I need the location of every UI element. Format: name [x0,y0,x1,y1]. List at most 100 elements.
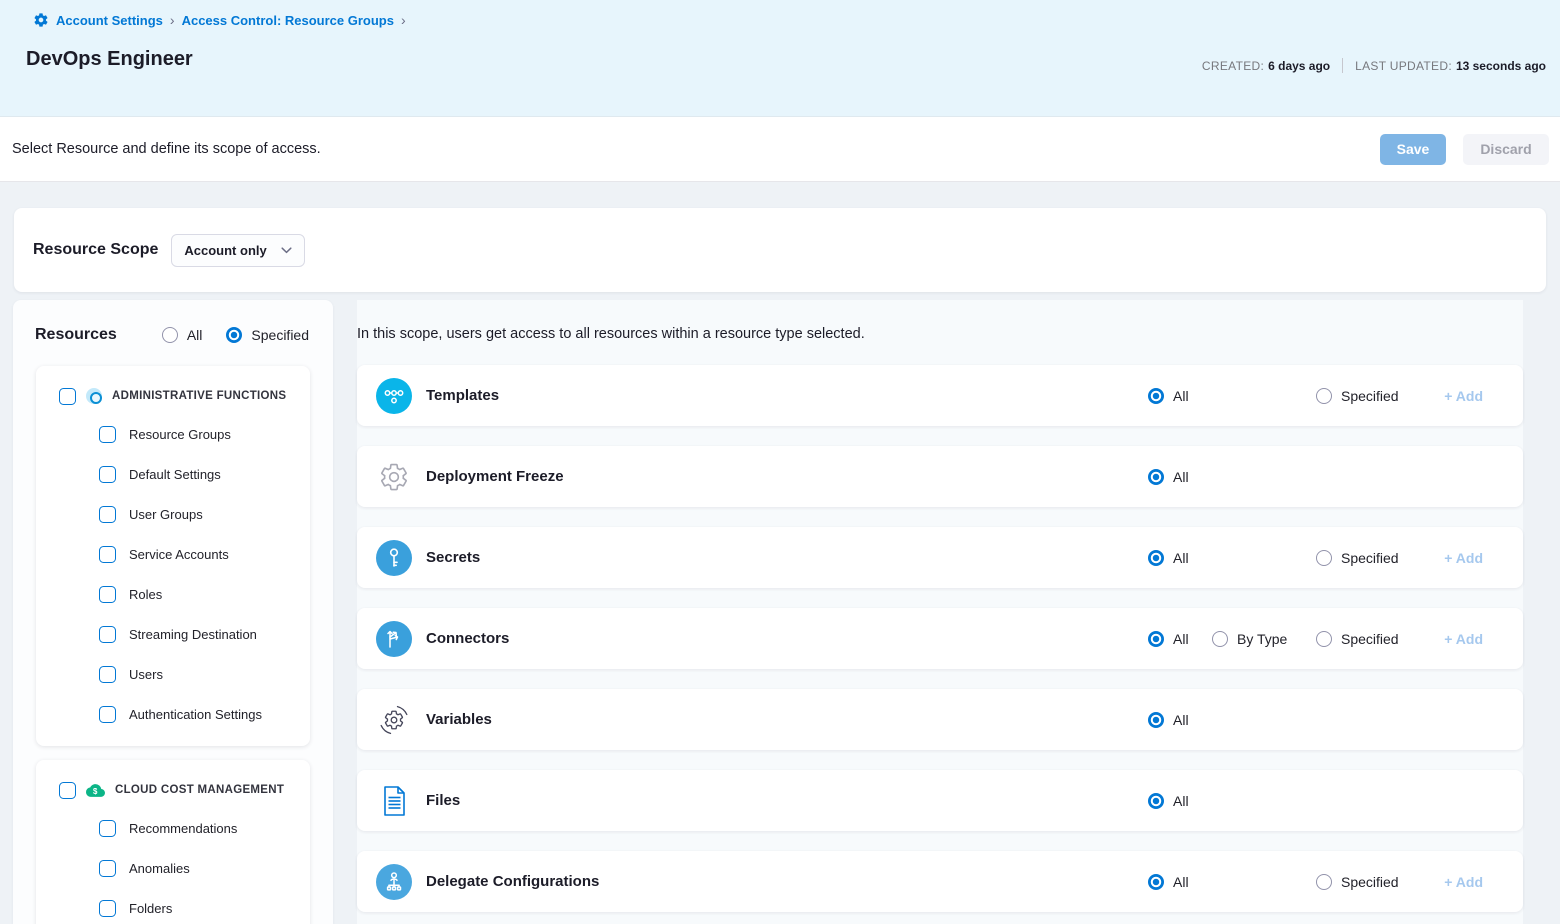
toolbar-description: Select Resource and define its scope of … [12,141,321,157]
option-label: All [1173,550,1189,566]
radio-by-type[interactable] [1212,631,1228,647]
option-label: All [1173,388,1189,404]
add-cell: + Add [1427,631,1483,647]
item-checkbox[interactable] [99,860,116,877]
connectors-option-all[interactable]: All [1148,631,1212,647]
resources-title: Resources [35,326,117,344]
group-label: ADMINISTRATIVE FUNCTIONS [112,390,286,402]
sidebar-item-resource-groups[interactable]: Resource Groups [36,414,310,454]
breadcrumb-separator: › [170,12,175,28]
radio-all[interactable] [162,327,178,343]
templates-icon [376,378,412,414]
resource-scope-value: Account only [184,243,266,258]
sidebar-item-label: Default Settings [129,467,221,482]
radio-specified[interactable] [1316,631,1332,647]
breadcrumb-account-settings[interactable]: Account Settings [56,13,163,28]
admin-functions-icon [86,388,102,404]
sidebar-item-default-settings[interactable]: Default Settings [36,454,310,494]
radio-specified[interactable] [1316,874,1332,890]
sidebar-item-users[interactable]: Users [36,654,310,694]
option-label: All [1173,793,1189,809]
delegate-configurations-icon [376,864,412,900]
group-cloud-cost-management: $ CLOUD COST MANAGEMENT Recommendations … [36,760,310,924]
radio-specified[interactable] [1316,550,1332,566]
updated-text: LAST UPDATED:13 seconds ago [1355,59,1546,73]
breadcrumb-resource-groups[interactable]: Access Control: Resource Groups [182,13,394,28]
connectors-option-specified[interactable]: Specified [1316,631,1427,647]
delegate-option-specified[interactable]: Specified [1316,874,1427,890]
resources-sidebar: Resources All Specified ADMINISTRATIVE F… [13,300,333,924]
add-button[interactable]: + Add [1444,631,1483,647]
sidebar-item-roles[interactable]: Roles [36,574,310,614]
resource-types-panel: In this scope, users get access to all r… [357,300,1523,924]
secrets-icon [376,540,412,576]
templates-option-specified[interactable]: Specified [1316,388,1427,404]
sidebar-item-folders[interactable]: Folders [36,888,310,924]
add-button[interactable]: + Add [1444,388,1483,404]
radio-all[interactable] [1148,874,1164,890]
option-label: All [1173,469,1189,485]
toolbar-buttons: Save Discard [1380,134,1549,165]
group-checkbox[interactable] [59,388,76,405]
sidebar-item-recommendations[interactable]: Recommendations [36,808,310,848]
option-label: By Type [1237,631,1287,647]
group-header: ADMINISTRATIVE FUNCTIONS [36,378,310,414]
sidebar-item-streaming-destination[interactable]: Streaming Destination [36,614,310,654]
breadcrumb-separator: › [401,12,406,28]
variables-icon [376,702,412,738]
item-checkbox[interactable] [99,706,116,723]
add-button[interactable]: + Add [1444,874,1483,890]
page-header: Account Settings › Access Control: Resou… [0,0,1560,116]
option-label: Specified [1341,631,1399,647]
item-checkbox[interactable] [99,626,116,643]
add-button[interactable]: + Add [1444,550,1483,566]
resources-mode-specified[interactable]: Specified [226,327,309,343]
deployment-freeze-option-all[interactable]: All [1148,469,1212,485]
created-value: 6 days ago [1268,59,1330,73]
radio-specified[interactable] [226,327,242,343]
resources-mode-all[interactable]: All [162,327,203,343]
sidebar-item-label: Service Accounts [129,547,229,562]
secrets-option-all[interactable]: All [1148,550,1212,566]
created-label: CREATED: [1202,59,1264,73]
item-checkbox[interactable] [99,820,116,837]
deployment-freeze-icon [376,459,412,495]
sidebar-item-label: Authentication Settings [129,707,262,722]
item-checkbox[interactable] [99,900,116,917]
delegate-option-all[interactable]: All [1148,874,1212,890]
chevron-down-icon [281,247,292,254]
header-meta: CREATED: 6 days ago LAST UPDATED:13 secon… [1202,58,1546,73]
sidebar-item-label: Recommendations [129,821,237,836]
radio-all[interactable] [1148,388,1164,404]
item-checkbox[interactable] [99,466,116,483]
resource-scope-dropdown[interactable]: Account only [171,234,304,267]
radio-all[interactable] [1148,793,1164,809]
sidebar-item-anomalies[interactable]: Anomalies [36,848,310,888]
radio-specified[interactable] [1316,388,1332,404]
group-label: CLOUD COST MANAGEMENT [115,784,284,796]
radio-all[interactable] [1148,712,1164,728]
discard-button[interactable]: Discard [1463,134,1549,165]
item-checkbox[interactable] [99,586,116,603]
templates-option-all[interactable]: All [1148,388,1212,404]
files-option-all[interactable]: All [1148,793,1212,809]
sidebar-item-user-groups[interactable]: User Groups [36,494,310,534]
secrets-option-specified[interactable]: Specified [1316,550,1427,566]
save-button[interactable]: Save [1380,134,1446,165]
item-checkbox[interactable] [99,666,116,683]
sidebar-item-authentication-settings[interactable]: Authentication Settings [36,694,310,734]
radio-all[interactable] [1148,631,1164,647]
sidebar-item-service-accounts[interactable]: Service Accounts [36,534,310,574]
resource-scope-card: Resource Scope Account only [14,208,1546,292]
item-checkbox[interactable] [99,546,116,563]
connectors-option-by-type[interactable]: By Type [1212,631,1316,647]
item-checkbox[interactable] [99,426,116,443]
radio-all[interactable] [1148,550,1164,566]
toolbar: Select Resource and define its scope of … [0,116,1560,182]
variables-option-all[interactable]: All [1148,712,1212,728]
group-checkbox[interactable] [59,782,76,799]
radio-all[interactable] [1148,469,1164,485]
radio-all-label: All [187,327,203,343]
item-checkbox[interactable] [99,506,116,523]
resource-row-label: Connectors [426,630,509,647]
